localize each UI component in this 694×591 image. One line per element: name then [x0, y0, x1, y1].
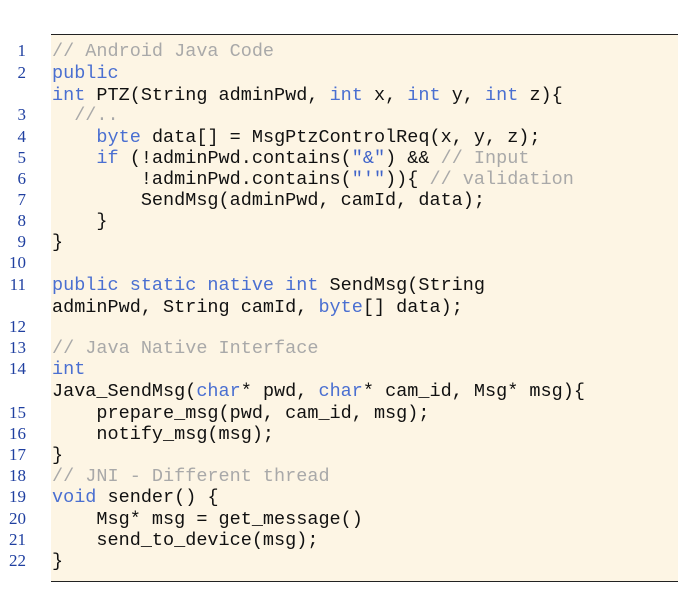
line-number: 15 — [9, 403, 26, 422]
line-number: 20 — [9, 509, 26, 528]
code-token: * pwd, — [240, 381, 319, 402]
line-number: 4 — [17, 127, 27, 146]
code-line: SendMsg(adminPwd, camId, data); — [52, 190, 485, 211]
line-number: 14 — [9, 359, 26, 378]
line-number: 11 — [9, 275, 26, 294]
code-token: y, — [440, 85, 486, 106]
code-token: } — [52, 445, 64, 466]
code-token: z){ — [518, 85, 563, 106]
line-number: 10 — [9, 253, 26, 272]
keyword-token: public — [52, 63, 119, 84]
keyword-token: char — [318, 381, 363, 402]
code-token: prepare_msg(pwd, cam_id, msg); — [52, 403, 430, 424]
code-line: int PTZ(String adminPwd, int x, int y, i… — [52, 85, 563, 106]
code-token: !adminPwd.contains( — [52, 169, 352, 190]
code-token: adminPwd, String camId, — [52, 297, 319, 318]
line-number: 22 — [9, 551, 26, 570]
comment-token: //.. — [52, 105, 119, 126]
keyword-token: int — [52, 359, 86, 380]
code-token: )){ — [385, 169, 430, 190]
line-number: 17 — [9, 445, 26, 464]
code-token: SendMsg(adminPwd, camId, data); — [52, 190, 485, 211]
line-number: 21 — [9, 530, 26, 549]
keyword-token: public static native int — [52, 275, 319, 296]
code-line: Msg* msg = get_message() — [52, 509, 363, 530]
code-line: adminPwd, String camId, byte[] data); — [52, 297, 463, 318]
line-number: 6 — [17, 169, 27, 188]
code-line: // Android Java Code — [52, 41, 274, 62]
code-token: } — [52, 232, 64, 253]
line-number: 2 — [17, 63, 27, 82]
comment-token: // Java Native Interface — [52, 338, 319, 359]
code-line: send_to_device(msg); — [52, 530, 318, 551]
keyword-token: char — [196, 381, 241, 402]
comment-token: // validation — [429, 169, 574, 190]
string-token: "'" — [351, 169, 386, 190]
line-number: 12 — [9, 317, 26, 336]
code-token: data[] = MsgPtzControlReq(x, y, z); — [140, 127, 541, 148]
code-line: // Java Native Interface — [52, 338, 318, 359]
code-token: Java_SendMsg( — [52, 381, 197, 402]
keyword-token: int — [52, 85, 86, 106]
code-token: ) && — [385, 148, 441, 169]
code-token: sender() { — [96, 487, 219, 508]
code-listing: // Android Java Code public int PTZ(String… — [51, 34, 678, 582]
code-line: if (!adminPwd.contains("&") && // Input — [52, 148, 529, 169]
code-token: notify_msg(msg); — [52, 424, 275, 445]
code-line: //.. — [52, 105, 119, 126]
line-number: 7 — [17, 190, 27, 209]
code-line: prepare_msg(pwd, cam_id, msg); — [52, 403, 429, 424]
line-number: 5 — [17, 148, 27, 167]
code-token: Msg* msg = get_message() — [52, 509, 363, 530]
line-number: 18 — [9, 466, 26, 485]
line-number: 19 — [9, 487, 26, 506]
code-line: notify_msg(msg); — [52, 424, 274, 445]
code-line: int — [52, 359, 85, 380]
line-number: 8 — [17, 211, 27, 230]
code-token: [] data); — [362, 297, 463, 318]
keyword-token: byte — [96, 127, 141, 148]
code-token: (!adminPwd.contains( — [118, 148, 352, 169]
code-line: } — [52, 551, 63, 572]
line-number: 16 — [9, 424, 26, 443]
comment-token: // Input — [440, 148, 530, 169]
code-token: x, — [362, 85, 408, 106]
line-number: 13 — [9, 338, 26, 357]
comment-token: // JNI - Different thread — [52, 466, 330, 487]
line-number: 3 — [17, 105, 27, 124]
keyword-token: int — [407, 85, 441, 106]
code-line: // JNI - Different thread — [52, 466, 330, 487]
code-line: void sender() { — [52, 487, 219, 508]
code-line: } — [52, 211, 108, 232]
code-token: SendMsg(String — [318, 275, 485, 296]
code-token: } — [52, 211, 108, 232]
keyword-token: if — [96, 148, 119, 169]
code-token: PTZ(String adminPwd, — [85, 85, 330, 106]
code-line: } — [52, 232, 63, 253]
code-token: * cam_id, Msg* msg){ — [362, 381, 585, 402]
code-line: Java_SendMsg(char* pwd, char* cam_id, Ms… — [52, 381, 585, 402]
keyword-token: void — [52, 487, 97, 508]
code-line: public static native int SendMsg(String — [52, 275, 485, 296]
string-token: "&" — [351, 148, 386, 169]
code-line: } — [52, 445, 63, 466]
keyword-token: int — [485, 85, 519, 106]
keyword-token: byte — [318, 297, 363, 318]
code-line: public — [52, 63, 119, 84]
line-number: 9 — [17, 232, 27, 251]
line-number: 1 — [17, 41, 27, 60]
keyword-token: int — [329, 85, 363, 106]
comment-token: // Android Java Code — [52, 41, 275, 62]
code-line: !adminPwd.contains("'")){ // validation — [52, 169, 574, 190]
code-token: } — [52, 551, 64, 572]
code-line: byte data[] = MsgPtzControlReq(x, y, z); — [52, 127, 541, 148]
code-token: send_to_device(msg); — [52, 530, 319, 551]
